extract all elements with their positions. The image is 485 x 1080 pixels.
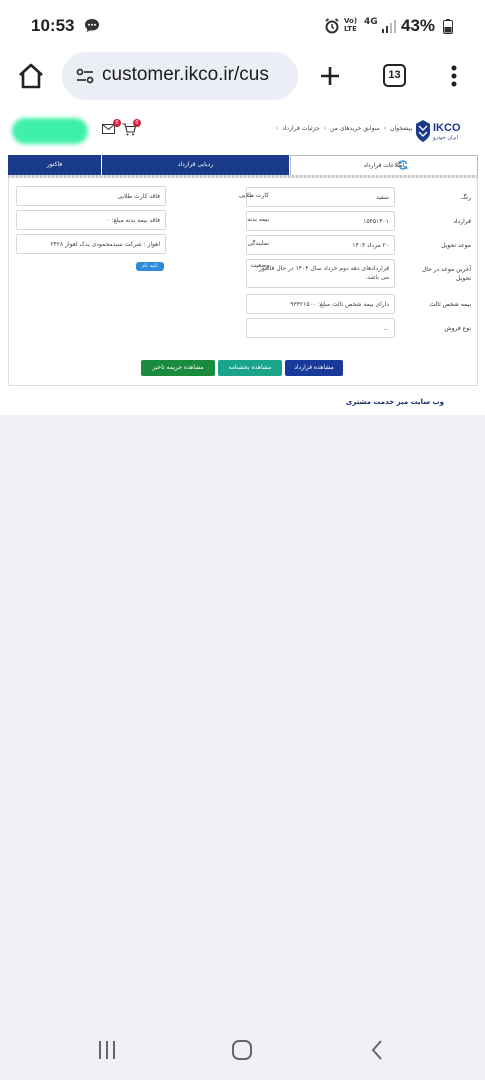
battery-icon	[443, 19, 453, 34]
browser-toolbar: customer.ikco.ir/cus 13	[0, 52, 485, 110]
lte-icon: Vo) LTE	[344, 17, 358, 33]
customer-service-link[interactable]: وب سایت میز خدمت مشتری	[346, 398, 444, 406]
menu-icon[interactable]	[450, 64, 458, 88]
site-header: 0 0 پیشخوان‹سوابق خریدهای من‹جزئیات قرار…	[0, 110, 485, 154]
screen: 10:53 Vo) LTE 4G 43% customer.ikco.ir/cu…	[0, 0, 485, 1080]
user-avatar[interactable]	[12, 118, 88, 144]
home-nav-icon[interactable]	[231, 1039, 253, 1061]
sale-type-field[interactable]: ...	[246, 318, 395, 338]
breadcrumb-sep: ‹	[275, 125, 279, 132]
gold-card-label: کارت طلایی	[238, 192, 269, 199]
color-label: رنگ	[461, 194, 471, 201]
tab-invoice[interactable]: فاکتور	[8, 155, 101, 175]
contract-label: قرارداد	[453, 218, 471, 225]
logo-text: IKCO	[433, 122, 461, 134]
body-insurance-label: بیمه بدنه	[247, 216, 269, 223]
new-tab-icon[interactable]	[318, 64, 342, 88]
view-delay-penalty-button[interactable]: مشاهده جریمه تاخیر	[141, 360, 215, 376]
tab-switcher-button[interactable]: 13	[383, 64, 406, 87]
status-badge: تایید نام	[136, 262, 164, 271]
refresh-icon[interactable]	[398, 160, 408, 170]
mail-badge: 0	[113, 119, 121, 127]
gold-card-field[interactable]: فاقد کارت طلایی	[16, 186, 166, 206]
breadcrumb-sep: ‹	[323, 125, 327, 132]
battery-percent: 43%	[401, 16, 436, 35]
home-icon[interactable]	[16, 61, 46, 91]
alarm-icon	[325, 18, 339, 34]
breadcrumb: پیشخوان‹سوابق خریدهای من‹جزئیات قرارداد‹	[272, 125, 412, 132]
view-circular-button[interactable]: مشاهده بخشنامه	[218, 360, 282, 376]
status-bar: 10:53 Vo) LTE 4G 43%	[0, 0, 485, 52]
breadcrumb-purchases[interactable]: سوابق خریدهای من	[330, 125, 380, 132]
signal-icon	[382, 20, 396, 33]
url-text[interactable]: customer.ikco.ir/cus	[102, 64, 269, 86]
agency-label: نمایندگی	[247, 240, 269, 247]
last-delivery-label: آخرین موعد در حال تحویل	[421, 266, 471, 282]
status-time: 10:53	[31, 16, 75, 35]
message-icon	[85, 19, 99, 32]
breadcrumb-contract-details[interactable]: جزئیات قرارداد	[282, 125, 320, 132]
third-party-insurance-field[interactable]: دارای بیمه شخص ثالث مبلغ: ۹۳۳۲۱۵۰۰	[246, 294, 395, 314]
web-page: 0 0 پیشخوان‹سوابق خریدهای من‹جزئیات قرار…	[0, 110, 485, 415]
tab-contract-info[interactable]: اطلاعات قرارداد	[290, 155, 478, 175]
delivery-label: موعد تحویل	[441, 242, 471, 249]
agency-field[interactable]: اهواز : شرکت سیدمحمودی یدک اهواز ۲۴۲۸	[16, 234, 166, 254]
status-label: وضعیت	[250, 262, 269, 269]
logo-subtitle: ایران خودرو	[432, 135, 458, 141]
address-bar[interactable]: customer.ikco.ir/cus	[62, 52, 298, 100]
cart-badge: 0	[133, 119, 141, 127]
breadcrumb-sep: ‹	[383, 125, 387, 132]
recents-icon[interactable]	[97, 1040, 117, 1060]
third-party-insurance-label: بیمه شخص ثالث	[429, 301, 471, 308]
view-contract-button[interactable]: مشاهده قرارداد	[285, 360, 343, 376]
network-label: 4G	[364, 17, 378, 27]
back-icon[interactable]	[370, 1039, 384, 1061]
body-insurance-field[interactable]: فاقد بیمه بدنه مبلغ: ۰	[16, 210, 166, 230]
breadcrumb-dashboard[interactable]: پیشخوان	[390, 125, 412, 132]
site-settings-icon[interactable]	[75, 66, 95, 86]
ikco-logo[interactable]: IKCO ایران خودرو	[414, 118, 472, 144]
sale-type-label: نوع فروش	[444, 325, 471, 332]
tab-tracking[interactable]: ردیابی قرارداد	[102, 155, 289, 175]
